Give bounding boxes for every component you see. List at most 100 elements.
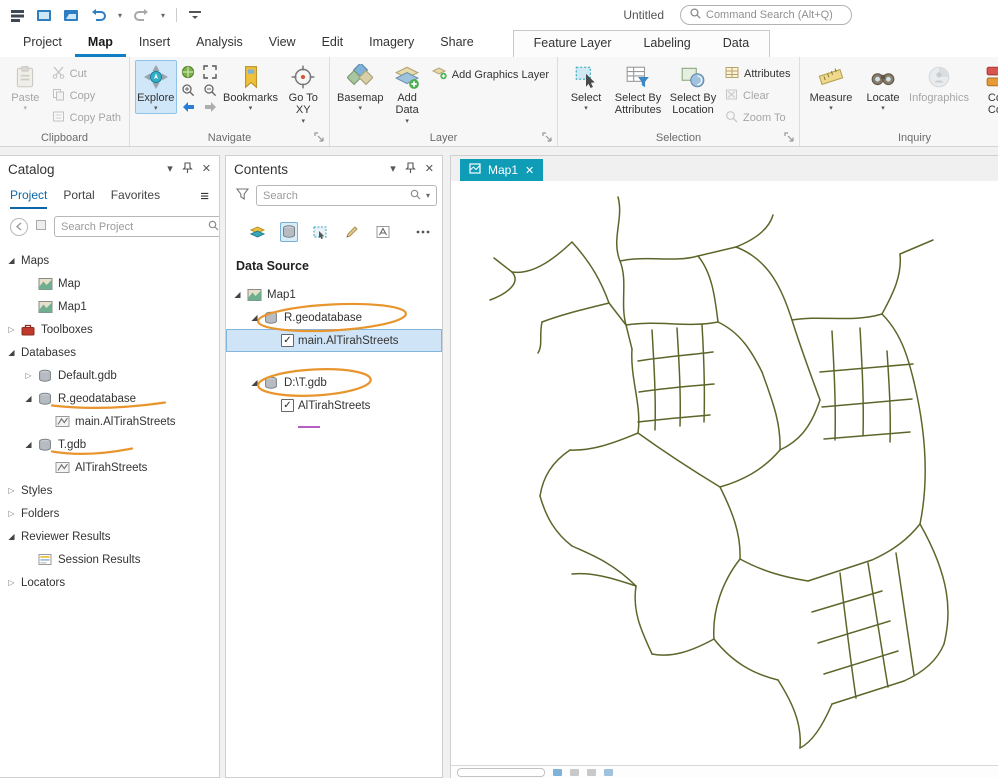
list-by-drawing-order-icon[interactable] (248, 222, 267, 242)
dialog-launcher-icon[interactable] (314, 132, 325, 143)
zoom-to-button[interactable]: Zoom To (722, 109, 793, 127)
select-by-location-button[interactable]: Select By Location (667, 60, 719, 119)
tab-view[interactable]: View (256, 30, 309, 57)
catalog-item-default-gdb[interactable]: ▷Default.gdb (0, 364, 219, 387)
catalog-tab-favorites[interactable]: Favorites (111, 183, 160, 209)
filter-icon[interactable] (236, 188, 249, 203)
catalog-search-box[interactable]: ▾ (54, 216, 220, 237)
catalog-item-maps[interactable]: ◢Maps (0, 249, 219, 272)
tab-edit[interactable]: Edit (309, 30, 357, 57)
contents-item-main-altirahstreets[interactable]: ✓main.AlTirahStreets (226, 329, 442, 352)
list-by-selection-icon[interactable] (311, 222, 330, 242)
dialog-launcher-icon[interactable] (784, 132, 795, 143)
layer-visibility-checkbox[interactable]: ✓ (281, 334, 294, 347)
locate-button[interactable]: Locate ▾ (860, 60, 906, 114)
contents-search-input[interactable] (263, 190, 405, 202)
menu-icon[interactable]: ≡ (200, 183, 209, 209)
chevron-down-icon[interactable]: ▾ (167, 164, 173, 175)
catalog-item-databases[interactable]: ◢Databases (0, 341, 219, 364)
attributes-button[interactable]: Attributes (722, 65, 793, 83)
catalog-item-map1[interactable]: Map1 (0, 295, 219, 318)
command-search[interactable] (680, 5, 852, 25)
redo-icon[interactable] (133, 8, 150, 22)
undo-icon[interactable] (90, 8, 107, 22)
redo-dropdown-icon[interactable]: ▾ (161, 11, 165, 20)
catalog-search-input[interactable] (61, 221, 203, 233)
explore-button[interactable]: Explore ▾ (135, 60, 177, 114)
full-extent-icon[interactable] (180, 65, 197, 79)
undo-dropdown-icon[interactable]: ▾ (118, 11, 122, 20)
contents-search-box[interactable]: ▾ (256, 185, 437, 206)
pin-icon[interactable] (182, 162, 193, 177)
cut-button[interactable]: Cut (49, 65, 124, 83)
open-project-icon[interactable] (63, 8, 79, 23)
statusbar-icon[interactable] (570, 769, 579, 776)
statusbar-icon[interactable] (604, 769, 613, 776)
chevron-right-icon[interactable]: ▷ (6, 578, 17, 587)
tab-feature-layer[interactable]: Feature Layer (518, 31, 628, 57)
chevron-down-icon[interactable]: ◢ (6, 348, 17, 357)
infographics-button[interactable]: Infographics (909, 60, 969, 106)
catalog-item-locators[interactable]: ▷Locators (0, 571, 219, 594)
close-icon[interactable]: ✕ (525, 164, 534, 177)
basemap-button[interactable]: Basemap ▾ (335, 60, 385, 114)
copy-button[interactable]: Copy (49, 87, 124, 105)
catalog-item-styles[interactable]: ▷Styles (0, 479, 219, 502)
close-icon[interactable]: ✕ (202, 164, 211, 175)
previous-extent-icon[interactable] (180, 101, 197, 113)
statusbar-icon[interactable] (587, 769, 596, 776)
tab-share[interactable]: Share (427, 30, 486, 57)
dialog-launcher-icon[interactable] (542, 132, 553, 143)
tab-data[interactable]: Data (707, 31, 765, 57)
chevron-right-icon[interactable]: ▷ (6, 509, 17, 518)
map-scale-input[interactable] (457, 768, 545, 777)
measure-button[interactable]: Measure ▾ (805, 60, 857, 114)
chevron-down-icon[interactable]: ◢ (232, 290, 243, 299)
contents-item-r-geodatabase[interactable]: ◢R.geodatabase (226, 306, 442, 329)
layer-symbol-swatch[interactable] (226, 417, 442, 436)
close-icon[interactable]: ✕ (425, 164, 434, 175)
contents-item-altirahstreets[interactable]: ✓AlTirahStreets (226, 394, 442, 417)
catalog-tab-portal[interactable]: Portal (63, 183, 94, 209)
fixed-zoom-in-icon[interactable] (180, 83, 197, 97)
chevron-down-icon[interactable]: ▾ (426, 191, 430, 200)
catalog-tab-project[interactable]: Project (10, 183, 47, 209)
next-extent-icon[interactable] (202, 101, 219, 113)
tab-analysis[interactable]: Analysis (183, 30, 256, 57)
pin-icon[interactable] (405, 162, 416, 177)
bookmarks-button[interactable]: Bookmarks ▾ (222, 60, 280, 114)
catalog-item-main-altirahstreets[interactable]: main.AlTirahStreets (0, 410, 219, 433)
chevron-down-icon[interactable]: ◢ (23, 440, 34, 449)
fixed-zoom-out-icon[interactable] (202, 83, 219, 97)
select-by-attributes-button[interactable]: Select By Attributes (612, 60, 664, 119)
list-by-editing-icon[interactable] (343, 222, 362, 242)
menu-icon[interactable] (10, 8, 25, 23)
go-to-xy-button[interactable]: Go To XY ▾ (283, 60, 325, 127)
layer-visibility-checkbox[interactable]: ✓ (281, 399, 294, 412)
chevron-right-icon[interactable]: ▷ (6, 486, 17, 495)
statusbar-icon[interactable] (553, 769, 562, 776)
catalog-item-toolboxes[interactable]: ▷Toolboxes (0, 318, 219, 341)
contents-item-map1[interactable]: ◢Map1 (226, 283, 442, 306)
fixed-extent-icon[interactable] (202, 65, 219, 79)
chevron-down-icon[interactable]: ◢ (23, 394, 34, 403)
chevron-down-icon[interactable]: ▾ (390, 164, 396, 175)
more-options-icon[interactable] (414, 222, 433, 242)
add-data-button[interactable]: Add Data ▾ (388, 60, 425, 127)
clear-button[interactable]: Clear (722, 87, 793, 105)
list-by-labeling-icon[interactable] (374, 222, 393, 242)
coordinate-conversion-button[interactable]: Coo Con (972, 60, 998, 119)
navigate-back-icon[interactable] (10, 218, 28, 236)
catalog-item-altirahstreets[interactable]: AlTirahStreets (0, 456, 219, 479)
chevron-right-icon[interactable]: ▷ (6, 325, 17, 334)
select-button[interactable]: Select ▾ (563, 60, 609, 114)
contents-item-d-t-gdb[interactable]: ◢D:\T.gdb (226, 371, 442, 394)
map-canvas[interactable] (451, 181, 998, 765)
chevron-down-icon[interactable]: ◢ (249, 313, 260, 322)
customize-toolbar-icon[interactable] (188, 9, 202, 22)
tab-map[interactable]: Map (75, 30, 126, 57)
location-icon[interactable] (35, 219, 47, 234)
tab-imagery[interactable]: Imagery (356, 30, 427, 57)
copy-path-button[interactable]: Copy Path (49, 109, 124, 127)
catalog-item-session-results[interactable]: Session Results (0, 548, 219, 571)
